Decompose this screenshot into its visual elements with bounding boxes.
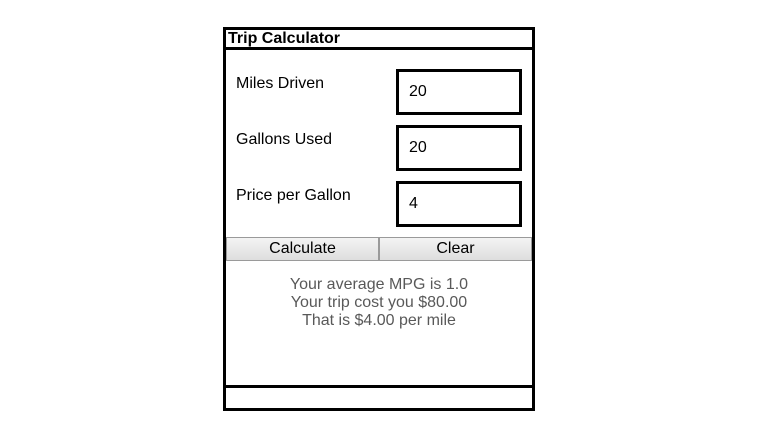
price-row: Price per Gallon bbox=[226, 181, 532, 227]
trip-calculator-panel: Trip Calculator Miles Driven Gallons Use… bbox=[223, 27, 535, 411]
gallons-row: Gallons Used bbox=[226, 125, 532, 171]
cost-result: Your trip cost you $80.00 bbox=[290, 294, 468, 311]
price-label: Price per Gallon bbox=[236, 187, 351, 204]
calculator-title: Trip Calculator bbox=[226, 30, 532, 50]
gallons-input[interactable] bbox=[396, 125, 522, 171]
miles-label: Miles Driven bbox=[236, 75, 325, 92]
gallons-label: Gallons Used bbox=[236, 131, 333, 148]
calculate-button[interactable]: Calculate bbox=[226, 237, 379, 261]
results-output: Your average MPG is 1.0 Your trip cost y… bbox=[226, 276, 532, 330]
mpg-result: Your average MPG is 1.0 bbox=[289, 276, 469, 293]
clear-button[interactable]: Clear bbox=[379, 237, 532, 261]
button-bar: Calculate Clear bbox=[226, 237, 532, 261]
per-mile-result: That is $4.00 per mile bbox=[302, 312, 456, 329]
miles-input[interactable] bbox=[396, 69, 522, 115]
miles-row: Miles Driven bbox=[226, 69, 532, 115]
footer-divider bbox=[226, 385, 532, 388]
price-input[interactable] bbox=[396, 181, 522, 227]
